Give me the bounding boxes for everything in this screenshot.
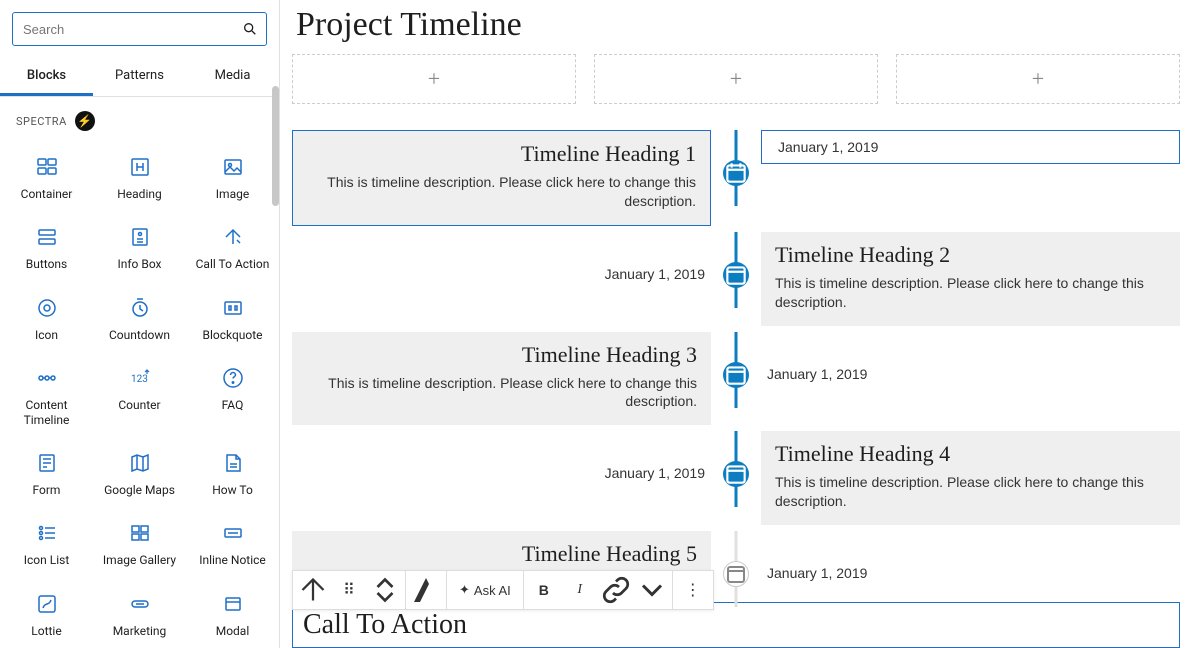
block-heading[interactable]: Heading	[93, 145, 186, 215]
block-buttons[interactable]: Buttons	[0, 215, 93, 285]
gallery-icon	[128, 521, 152, 545]
timeline-heading[interactable]: Timeline Heading 2	[775, 242, 1166, 268]
block-image-gallery[interactable]: Image Gallery	[93, 511, 186, 581]
timeline-heading[interactable]: Timeline Heading 1	[307, 141, 696, 167]
svg-text:123: 123	[131, 374, 148, 385]
timeline-date[interactable]: January 1, 2019	[772, 139, 884, 155]
block-icon[interactable]: Icon	[0, 286, 93, 356]
buttons-icon	[35, 225, 59, 249]
timeline-desc[interactable]: This is timeline description. Please cli…	[307, 173, 696, 211]
timeline-date[interactable]: January 1, 2019	[761, 565, 1180, 581]
image-icon	[221, 155, 245, 179]
scrollbar[interactable]	[272, 86, 279, 206]
timeline-desc[interactable]: This is timeline description. Please cli…	[775, 274, 1166, 312]
calendar-icon	[723, 561, 749, 587]
content-timeline-block[interactable]: Timeline Heading 1 This is timeline desc…	[292, 130, 1200, 625]
search-input-wrap[interactable]	[12, 12, 267, 46]
timeline-date[interactable]: January 1, 2019	[761, 366, 1180, 382]
timeline-heading[interactable]: Timeline Heading 5	[306, 541, 697, 567]
calendar-icon	[723, 160, 749, 186]
block-lottie[interactable]: Lottie	[0, 582, 93, 648]
block-image[interactable]: Image	[186, 145, 279, 215]
block-grid: Container Heading Image Buttons Info Box	[0, 139, 279, 648]
block-faq[interactable]: FAQ	[186, 356, 279, 441]
section-spectra: SPECTRA ⚡	[0, 97, 279, 139]
timeline-item-3[interactable]: Timeline Heading 3 This is timeline desc…	[292, 332, 1180, 426]
add-block-slot-1[interactable]: +	[292, 54, 576, 104]
toolbar-link-icon[interactable]	[598, 571, 634, 609]
block-toolbar: ⠿ ✦ Ask AI B I ⋮	[292, 570, 714, 610]
howto-icon	[221, 451, 245, 475]
icon-list-icon	[35, 521, 59, 545]
sparkle-icon: ✦	[459, 582, 470, 598]
spectra-logo-icon: ⚡	[75, 111, 95, 131]
timeline-date[interactable]: January 1, 2019	[292, 465, 711, 481]
tab-patterns[interactable]: Patterns	[93, 58, 186, 96]
container-icon	[35, 155, 59, 179]
calendar-icon	[723, 461, 749, 487]
add-block-slot-2[interactable]: +	[594, 54, 878, 104]
calendar-icon	[723, 362, 749, 388]
block-inline-notice[interactable]: Inline Notice	[186, 511, 279, 581]
blockquote-icon	[221, 296, 245, 320]
timeline-item-2[interactable]: January 1, 2019 Timeline Heading 2 This …	[292, 232, 1180, 326]
heading-icon	[128, 155, 152, 179]
block-icon-list[interactable]: Icon List	[0, 511, 93, 581]
block-countdown[interactable]: Countdown	[93, 286, 186, 356]
block-content-timeline[interactable]: Content Timeline	[0, 356, 93, 441]
toolbar-bold-button[interactable]: B	[526, 571, 562, 609]
tab-media[interactable]: Media	[186, 58, 279, 96]
info-box-icon	[128, 225, 152, 249]
inserter-tabs: Blocks Patterns Media	[0, 58, 279, 97]
toolbar-more-formatting-icon[interactable]	[634, 571, 670, 609]
timeline-item-4[interactable]: January 1, 2019 Timeline Heading 4 This …	[292, 431, 1180, 525]
block-marketing[interactable]: Marketing	[93, 582, 186, 648]
add-block-slot-3[interactable]: +	[896, 54, 1180, 104]
marketing-icon	[128, 592, 152, 616]
toolbar-block-type-icon[interactable]	[295, 571, 331, 609]
columns-placeholder: + + +	[292, 54, 1200, 104]
block-container[interactable]: Container	[0, 145, 93, 215]
block-info-box[interactable]: Info Box	[93, 215, 186, 285]
section-label: SPECTRA	[16, 115, 67, 128]
timeline-desc[interactable]: This is timeline description. Please cli…	[306, 374, 697, 412]
cta-icon	[221, 225, 245, 249]
toolbar-copy-style-icon[interactable]	[408, 571, 444, 609]
block-google-maps[interactable]: Google Maps	[93, 441, 186, 511]
toolbar-move-icon[interactable]	[367, 571, 403, 609]
notice-icon	[221, 521, 245, 545]
tab-blocks[interactable]: Blocks	[0, 58, 93, 96]
timeline-heading[interactable]: Timeline Heading 4	[775, 441, 1166, 467]
editor-canvas: Project Timeline + + + Timeline Heading …	[280, 0, 1200, 648]
toolbar-ask-ai-button[interactable]: ✦ Ask AI	[449, 571, 521, 609]
inserter-sidebar: Blocks Patterns Media SPECTRA ⚡ Containe…	[0, 0, 280, 648]
search-input[interactable]	[23, 22, 242, 37]
timeline-date[interactable]: January 1, 2019	[292, 266, 711, 282]
search-icon	[242, 21, 258, 37]
icon-icon	[35, 296, 59, 320]
block-counter[interactable]: 123 Counter	[93, 356, 186, 441]
timeline-heading[interactable]: Timeline Heading 3	[306, 342, 697, 368]
counter-icon: 123	[128, 366, 152, 390]
page-title[interactable]: Project Timeline	[292, 0, 1200, 54]
toolbar-italic-button[interactable]: I	[562, 571, 598, 609]
faq-icon	[221, 366, 245, 390]
block-modal[interactable]: Modal	[186, 582, 279, 648]
block-form[interactable]: Form	[0, 441, 93, 511]
toolbar-options-icon[interactable]: ⋮	[675, 571, 711, 609]
timeline-desc[interactable]: This is timeline description. Please cli…	[775, 473, 1166, 511]
block-blockquote[interactable]: Blockquote	[186, 286, 279, 356]
lottie-icon	[35, 592, 59, 616]
toolbar-drag-icon[interactable]: ⠿	[331, 571, 367, 609]
map-icon	[128, 451, 152, 475]
timeline-icon	[35, 366, 59, 390]
countdown-icon	[128, 296, 152, 320]
modal-icon	[221, 592, 245, 616]
form-icon	[35, 451, 59, 475]
block-how-to[interactable]: How To	[186, 441, 279, 511]
calendar-icon	[723, 262, 749, 288]
timeline-item-1[interactable]: Timeline Heading 1 This is timeline desc…	[292, 130, 1180, 226]
block-cta[interactable]: Call To Action	[186, 215, 279, 285]
